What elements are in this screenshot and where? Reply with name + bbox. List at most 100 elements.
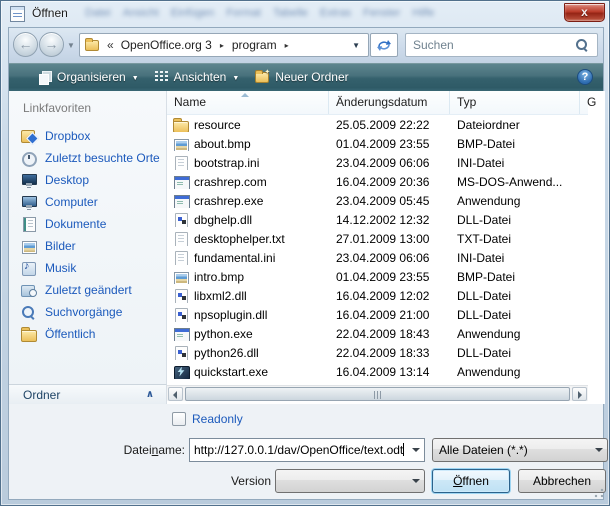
file-type: Anwendung: [450, 327, 580, 341]
table-row[interactable]: desktophelper.txt 27.01.2009 13:00 TXT-D…: [167, 229, 588, 248]
table-row[interactable]: crashrep.com 16.04.2009 20:36 MS-DOS-Anw…: [167, 172, 588, 191]
folder-icon: [173, 118, 189, 132]
table-row[interactable]: about.bmp 01.04.2009 23:55 BMP-Datei: [167, 134, 588, 153]
sidebar-item[interactable]: Desktop: [9, 169, 167, 191]
file-date: 27.01.2009 13:00: [329, 232, 450, 246]
readonly-checkbox[interactable]: [172, 412, 186, 426]
file-type: TXT-Datei: [450, 232, 580, 246]
table-row[interactable]: quickstart.exe 16.04.2009 13:14 Anwendun…: [167, 362, 588, 381]
blurred-menu-item: Einfügen: [171, 7, 214, 19]
ini-file-icon: [173, 156, 189, 170]
column-header-name[interactable]: Name: [167, 91, 329, 114]
filename-dropdown-button[interactable]: [407, 439, 424, 461]
table-row[interactable]: resource 25.05.2009 22:22 Dateiordner: [167, 115, 588, 134]
file-date: 23.04.2009 05:45: [329, 194, 450, 208]
file-type: DLL-Datei: [450, 289, 580, 303]
chevron-down-icon: [590, 439, 607, 461]
table-row[interactable]: bootstrap.ini 23.04.2009 06:06 INI-Datei: [167, 153, 588, 172]
close-button[interactable]: x: [564, 3, 605, 22]
blurred-menu-item: Ansicht: [123, 7, 159, 19]
sidebar-item[interactable]: Bilder: [9, 235, 167, 257]
breadcrumb-segment[interactable]: program: [229, 38, 280, 52]
help-button[interactable]: ?: [577, 69, 593, 85]
file-name: about.bmp: [194, 137, 251, 151]
command-toolbar: Organisieren ▼ Ansichten ▼ Neuer Ordner …: [8, 63, 604, 91]
column-header-date[interactable]: Änderungsdatum: [329, 91, 450, 114]
table-row[interactable]: dbghelp.dll 14.12.2002 12:32 DLL-Datei: [167, 210, 588, 229]
address-dropdown-icon[interactable]: ▼: [352, 41, 368, 50]
sidebar-item-label: Bilder: [45, 239, 76, 253]
sidebar-item-label: Dokumente: [45, 217, 106, 231]
documents-icon: [21, 217, 37, 231]
table-row[interactable]: intro.bmp 01.04.2009 23:55 BMP-Datei: [167, 267, 588, 286]
breadcrumb-separator-icon[interactable]: ▸: [280, 41, 294, 50]
dll-file-icon: [173, 289, 189, 303]
file-type: INI-Datei: [450, 251, 580, 265]
blurred-menu-item: Datei: [85, 7, 111, 19]
new-folder-button[interactable]: Neuer Ordner: [247, 65, 356, 89]
views-label: Ansichten: [174, 70, 227, 84]
version-select[interactable]: [275, 469, 425, 493]
breadcrumb-segment[interactable]: OpenOffice.org 3: [118, 38, 215, 52]
column-header-type[interactable]: Typ: [450, 91, 580, 114]
pictures-icon: [21, 239, 37, 253]
sidebar-item[interactable]: Dropbox: [9, 125, 167, 147]
folder-icon: [85, 40, 99, 51]
column-header-size[interactable]: G: [580, 91, 596, 114]
breadcrumb-separator-icon[interactable]: ▸: [215, 41, 229, 50]
sidebar-item[interactable]: Dokumente: [9, 213, 167, 235]
table-row[interactable]: libxml2.dll 16.04.2009 12:02 DLL-Datei: [167, 286, 588, 305]
sidebar-item[interactable]: Musik: [9, 257, 167, 279]
sidebar-item-label: Desktop: [45, 173, 89, 187]
horizontal-scrollbar[interactable]: [167, 385, 588, 401]
search-input[interactable]: Suchen: [405, 33, 598, 57]
dialog-icon: [10, 6, 25, 22]
file-type: DLL-Datei: [450, 346, 580, 360]
file-date: 23.04.2009 06:06: [329, 251, 450, 265]
table-row[interactable]: fundamental.ini 23.04.2009 06:06 INI-Dat…: [167, 248, 588, 267]
sidebar-item-label: Zuletzt besuchte Orte: [45, 151, 160, 165]
file-name: desktophelper.txt: [194, 232, 285, 246]
breadcrumb[interactable]: « OpenOffice.org 3 ▸ program ▸ ▼: [79, 33, 369, 57]
sidebar-item[interactable]: Zuletzt geändert: [9, 279, 167, 301]
table-row[interactable]: python26.dll 22.04.2009 18:33 DLL-Datei: [167, 343, 588, 362]
organize-button[interactable]: Organisieren ▼: [31, 65, 147, 89]
sidebar-item[interactable]: Zuletzt besuchte Orte: [9, 147, 167, 169]
chevron-down-icon: ▼: [232, 73, 239, 82]
refresh-button[interactable]: [370, 33, 398, 57]
filename-input[interactable]: http://127.0.0.1/dav/OpenOffice/text.odt: [189, 438, 425, 462]
table-row[interactable]: python.exe 22.04.2009 18:43 Anwendung: [167, 324, 588, 343]
search-icon: [576, 39, 589, 52]
readonly-label[interactable]: Readonly: [192, 412, 243, 426]
window-title: Öffnen: [32, 6, 68, 20]
title-bar[interactable]: Öffnen DateiAnsichtEinfügenFormatTabelle…: [1, 1, 610, 27]
sidebar-item[interactable]: Öffentlich: [9, 323, 167, 345]
file-type: BMP-Datei: [450, 137, 580, 151]
file-rows: resource 25.05.2009 22:22 Dateiordner ab…: [167, 115, 588, 381]
file-date: 25.05.2009 22:22: [329, 118, 450, 132]
filetype-select[interactable]: Alle Dateien (*.*): [432, 438, 608, 462]
scroll-right-button[interactable]: [572, 387, 587, 401]
dialog-footer: Readonly Dateiname: http://127.0.0.1/dav…: [8, 404, 604, 500]
back-button[interactable]: ←: [13, 32, 38, 57]
column-headers: Name Änderungsdatum Typ G: [167, 91, 588, 115]
forward-button[interactable]: →: [39, 32, 64, 57]
sidebar-item[interactable]: Suchvorgänge: [9, 301, 167, 323]
text-file-icon: [173, 232, 189, 246]
folders-expander[interactable]: Ordner ∧: [9, 384, 167, 404]
file-date: 16.04.2009 13:14: [329, 365, 450, 379]
file-name: intro.bmp: [194, 270, 244, 284]
breadcrumb-overflow-chevron[interactable]: «: [107, 38, 114, 52]
chevron-down-icon: [407, 470, 424, 492]
sidebar-item[interactable]: Computer: [9, 191, 167, 213]
resize-grip[interactable]: [594, 488, 604, 498]
history-chevron-icon[interactable]: ▼: [67, 41, 75, 50]
cancel-button[interactable]: Abbrechen: [518, 469, 606, 493]
table-row[interactable]: npsoplugin.dll 16.04.2009 21:00 DLL-Date…: [167, 305, 588, 324]
sidebar-header: Linkfavoriten: [23, 101, 91, 115]
scroll-left-button[interactable]: [168, 387, 183, 401]
table-row[interactable]: crashrep.exe 23.04.2009 05:45 Anwendung: [167, 191, 588, 210]
views-button[interactable]: Ansichten ▼: [147, 65, 248, 89]
horizontal-scroll-thumb[interactable]: [185, 387, 570, 401]
open-button[interactable]: Öffnen: [432, 469, 510, 493]
